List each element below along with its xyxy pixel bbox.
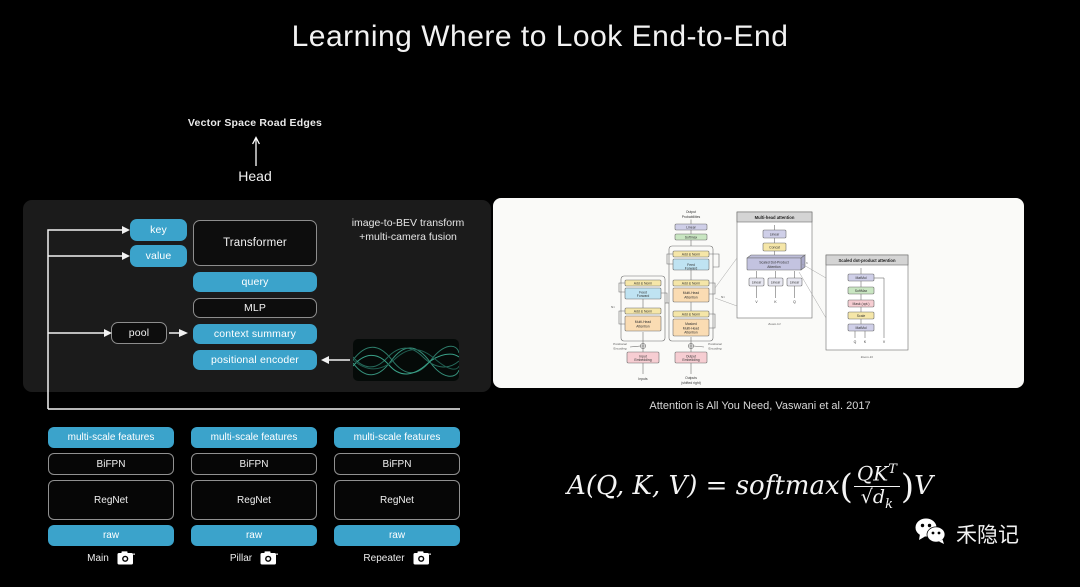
block-key[interactable]: key: [130, 219, 187, 241]
camera-column: multi-scale features BiFPN RegNet raw Re…: [334, 427, 460, 565]
svg-text:N×: N×: [611, 305, 615, 309]
vector-space-label: Vector Space Road Edges: [187, 117, 323, 129]
svg-text:Outputs: Outputs: [685, 376, 697, 380]
svg-text:Linear: Linear: [790, 280, 800, 284]
svg-text:N×: N×: [721, 295, 725, 299]
block-multi-scale-features[interactable]: multi-scale features: [48, 427, 174, 448]
formula-numerator: QKT: [853, 463, 900, 487]
block-bifpn[interactable]: BiFPN: [48, 453, 174, 475]
svg-text:Attention: Attention: [684, 295, 697, 299]
svg-text:Linear: Linear: [771, 280, 781, 284]
formula-close-paren: ): [900, 467, 915, 508]
camera-column: multi-scale features BiFPN RegNet raw Pi…: [191, 427, 317, 565]
block-query[interactable]: query: [193, 272, 317, 292]
block-bifpn[interactable]: BiFPN: [191, 453, 317, 475]
svg-text:Embedding: Embedding: [682, 358, 699, 362]
transformer-figure-panel: .bx { stroke:#6d6d6d; stroke-width:0.6; …: [493, 198, 1024, 388]
page-title: Learning Where to Look End-to-End: [291, 20, 789, 53]
svg-text:Attention: Attention: [684, 331, 697, 335]
svg-text:Attention: Attention: [636, 324, 649, 328]
svg-text:Positional: Positional: [613, 342, 627, 346]
block-raw[interactable]: raw: [48, 525, 174, 546]
head-label: Head: [238, 168, 272, 184]
formula-lhs: A(Q, K, V) =: [567, 471, 728, 502]
block-regnet[interactable]: RegNet: [48, 480, 174, 520]
svg-text:Add & Norm: Add & Norm: [634, 309, 653, 313]
svg-text:Output: Output: [686, 210, 696, 214]
svg-text:Softmax: Softmax: [685, 235, 698, 239]
svg-text:Zoom-In!: Zoom-In!: [768, 322, 781, 326]
svg-text:MatMul: MatMul: [855, 326, 866, 330]
bev-transform-note: image-to-BEV transform +multi-camera fus…: [333, 216, 483, 244]
svg-text:Q: Q: [854, 340, 857, 344]
watermark-text: 禾隐记: [956, 523, 1019, 547]
camera-name: Pillar: [229, 552, 253, 564]
svg-text:Linear: Linear: [686, 225, 696, 229]
formula-denominator: √dk: [860, 485, 893, 512]
svg-text:(shifted right): (shifted right): [681, 381, 701, 385]
camera-name: Repeater: [363, 552, 405, 564]
up-arrow-icon: [251, 136, 261, 166]
block-transformer[interactable]: Transformer: [193, 220, 317, 266]
block-positional-encoder[interactable]: positional encoder: [193, 350, 317, 370]
camera-label-row: Main: [48, 551, 174, 565]
svg-text:Mask (opt.): Mask (opt.): [853, 302, 870, 306]
formula-softmax: softmax: [735, 471, 840, 502]
svg-text:Linear: Linear: [752, 280, 762, 284]
svg-text:Inputs: Inputs: [638, 377, 648, 381]
block-multi-scale-features[interactable]: multi-scale features: [334, 427, 460, 448]
formula-open-paren: (: [839, 467, 853, 508]
svg-text:Embedding: Embedding: [634, 358, 651, 362]
block-regnet[interactable]: RegNet: [334, 480, 460, 520]
svg-text:Multi-head attention: Multi-head attention: [755, 215, 795, 220]
block-value[interactable]: value: [130, 245, 187, 267]
svg-text:SoftMax: SoftMax: [855, 289, 868, 293]
camera-icon: [260, 551, 278, 565]
svg-text:Encoding: Encoding: [614, 347, 627, 351]
svg-text:h: h: [806, 261, 808, 265]
block-pool[interactable]: pool: [111, 322, 167, 344]
svg-text:Add & Norm: Add & Norm: [682, 312, 701, 316]
svg-text:Zoom-In!: Zoom-In!: [861, 355, 874, 359]
wechat-logo-icon: [915, 518, 947, 550]
camera-icon: [413, 551, 431, 565]
slide-root: Learning Where to Look End-to-End Vector…: [0, 0, 1080, 587]
block-bifpn[interactable]: BiFPN: [334, 453, 460, 475]
svg-text:Positional: Positional: [708, 342, 722, 346]
block-mlp[interactable]: MLP: [193, 298, 317, 318]
svg-text:Forward: Forward: [637, 294, 650, 298]
camera-icon: [117, 551, 135, 565]
svg-text:Add & Norm: Add & Norm: [682, 281, 701, 285]
attention-formula: A(Q, K, V) = softmax(QKT √dk)V: [560, 463, 940, 511]
watermark: 禾隐记: [915, 518, 1019, 550]
formula-trailing-v: V: [914, 471, 933, 502]
block-raw[interactable]: raw: [334, 525, 460, 546]
svg-text:Add & Norm: Add & Norm: [682, 252, 701, 256]
formula-fraction: QKT √dk: [853, 463, 900, 512]
sinusoid-waveform-icon: [353, 339, 459, 381]
block-multi-scale-features[interactable]: multi-scale features: [191, 427, 317, 448]
svg-text:Multi-Head: Multi-Head: [683, 291, 700, 295]
svg-text:MatMul: MatMul: [855, 276, 866, 280]
svg-text:Encoding: Encoding: [709, 347, 722, 351]
svg-text:Q: Q: [793, 300, 796, 304]
svg-text:Multi-Head: Multi-Head: [635, 320, 652, 324]
svg-text:Linear: Linear: [770, 232, 780, 236]
svg-text:Probabilities: Probabilities: [682, 215, 701, 219]
svg-text:Scale: Scale: [857, 314, 866, 318]
camera-column: multi-scale features BiFPN RegNet raw Ma…: [48, 427, 174, 565]
camera-label-row: Pillar: [191, 551, 317, 565]
svg-text:Attention: Attention: [767, 265, 780, 269]
camera-label-row: Repeater: [334, 551, 460, 565]
svg-text:Scaled dot-product attention: Scaled dot-product attention: [839, 258, 896, 263]
svg-text:Concat: Concat: [769, 245, 780, 249]
svg-text:Add & Norm: Add & Norm: [634, 281, 653, 285]
bev-note-line-2: +multi-camera fusion: [359, 231, 457, 243]
block-regnet[interactable]: RegNet: [191, 480, 317, 520]
block-raw[interactable]: raw: [191, 525, 317, 546]
block-context-summary[interactable]: context summary: [193, 324, 317, 344]
camera-name: Main: [87, 552, 109, 564]
figure-caption: Attention is All You Need, Vaswani et al…: [649, 400, 871, 412]
bev-note-line-1: image-to-BEV transform: [351, 217, 465, 229]
